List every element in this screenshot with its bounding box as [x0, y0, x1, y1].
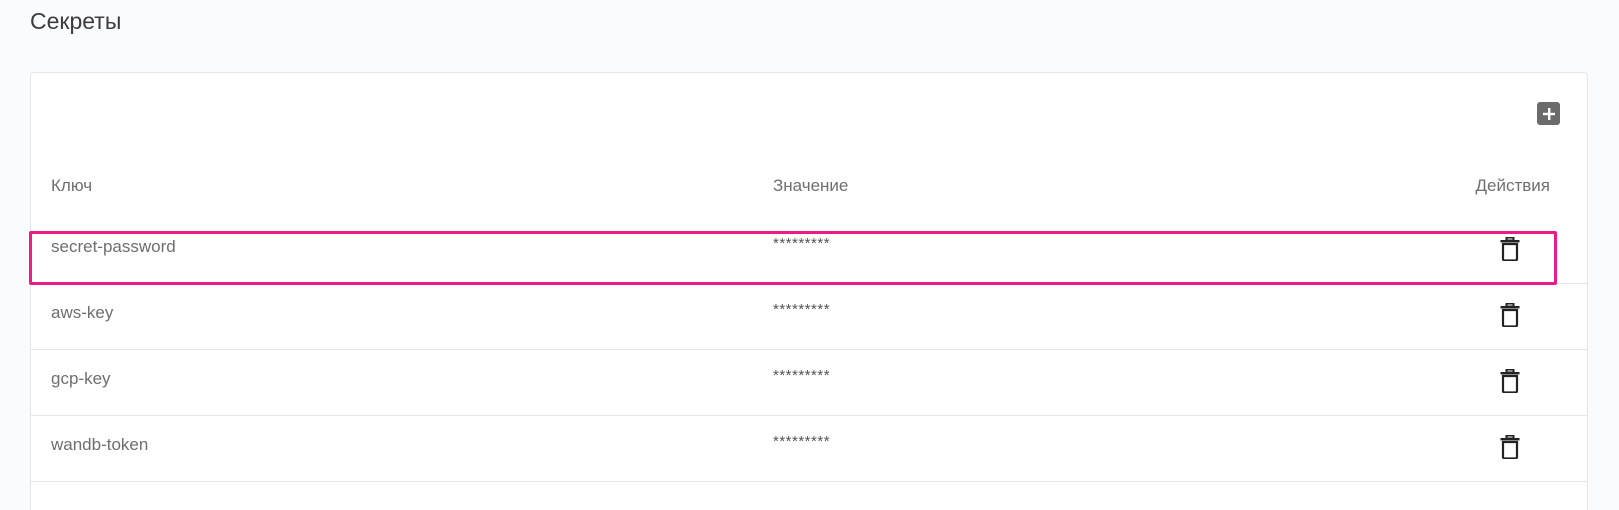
delete-secret-button[interactable] — [1497, 301, 1523, 329]
secret-value: ********* — [773, 367, 831, 384]
trash-icon — [1500, 435, 1520, 459]
secret-value: ********* — [773, 433, 831, 450]
page-title: Секреты — [30, 8, 122, 34]
table-row: gcp-key ********* — [31, 350, 1587, 416]
secrets-card: Ключ Значение Действия secret-password *… — [29, 72, 1588, 510]
table-row: aws-key ********* — [31, 284, 1587, 350]
table-row: wandb-token ********* — [31, 416, 1587, 482]
column-header-key: Ключ — [51, 176, 93, 195]
delete-secret-button[interactable] — [1497, 367, 1523, 395]
secret-key: secret-password — [51, 237, 176, 256]
secret-key: wandb-token — [51, 435, 149, 454]
add-secret-button[interactable] — [1537, 102, 1560, 125]
trash-icon — [1500, 237, 1520, 261]
delete-secret-button[interactable] — [1497, 235, 1523, 263]
secret-key: gcp-key — [51, 369, 111, 388]
secret-value: ********* — [773, 301, 831, 318]
secret-key: aws-key — [51, 303, 114, 322]
delete-secret-button[interactable] — [1497, 433, 1523, 461]
column-header-value: Значение — [773, 176, 849, 195]
trash-icon — [1500, 369, 1520, 393]
secrets-page: Секреты Ключ Значение Действия secret-pa… — [0, 0, 1619, 510]
trash-icon — [1500, 303, 1520, 327]
plus-icon — [1542, 107, 1555, 120]
table-header: Ключ Значение Действия — [31, 171, 1587, 203]
secret-value: ********* — [773, 235, 831, 252]
table-row: secret-password ********* — [31, 218, 1587, 284]
column-header-actions: Действия — [1475, 176, 1550, 195]
